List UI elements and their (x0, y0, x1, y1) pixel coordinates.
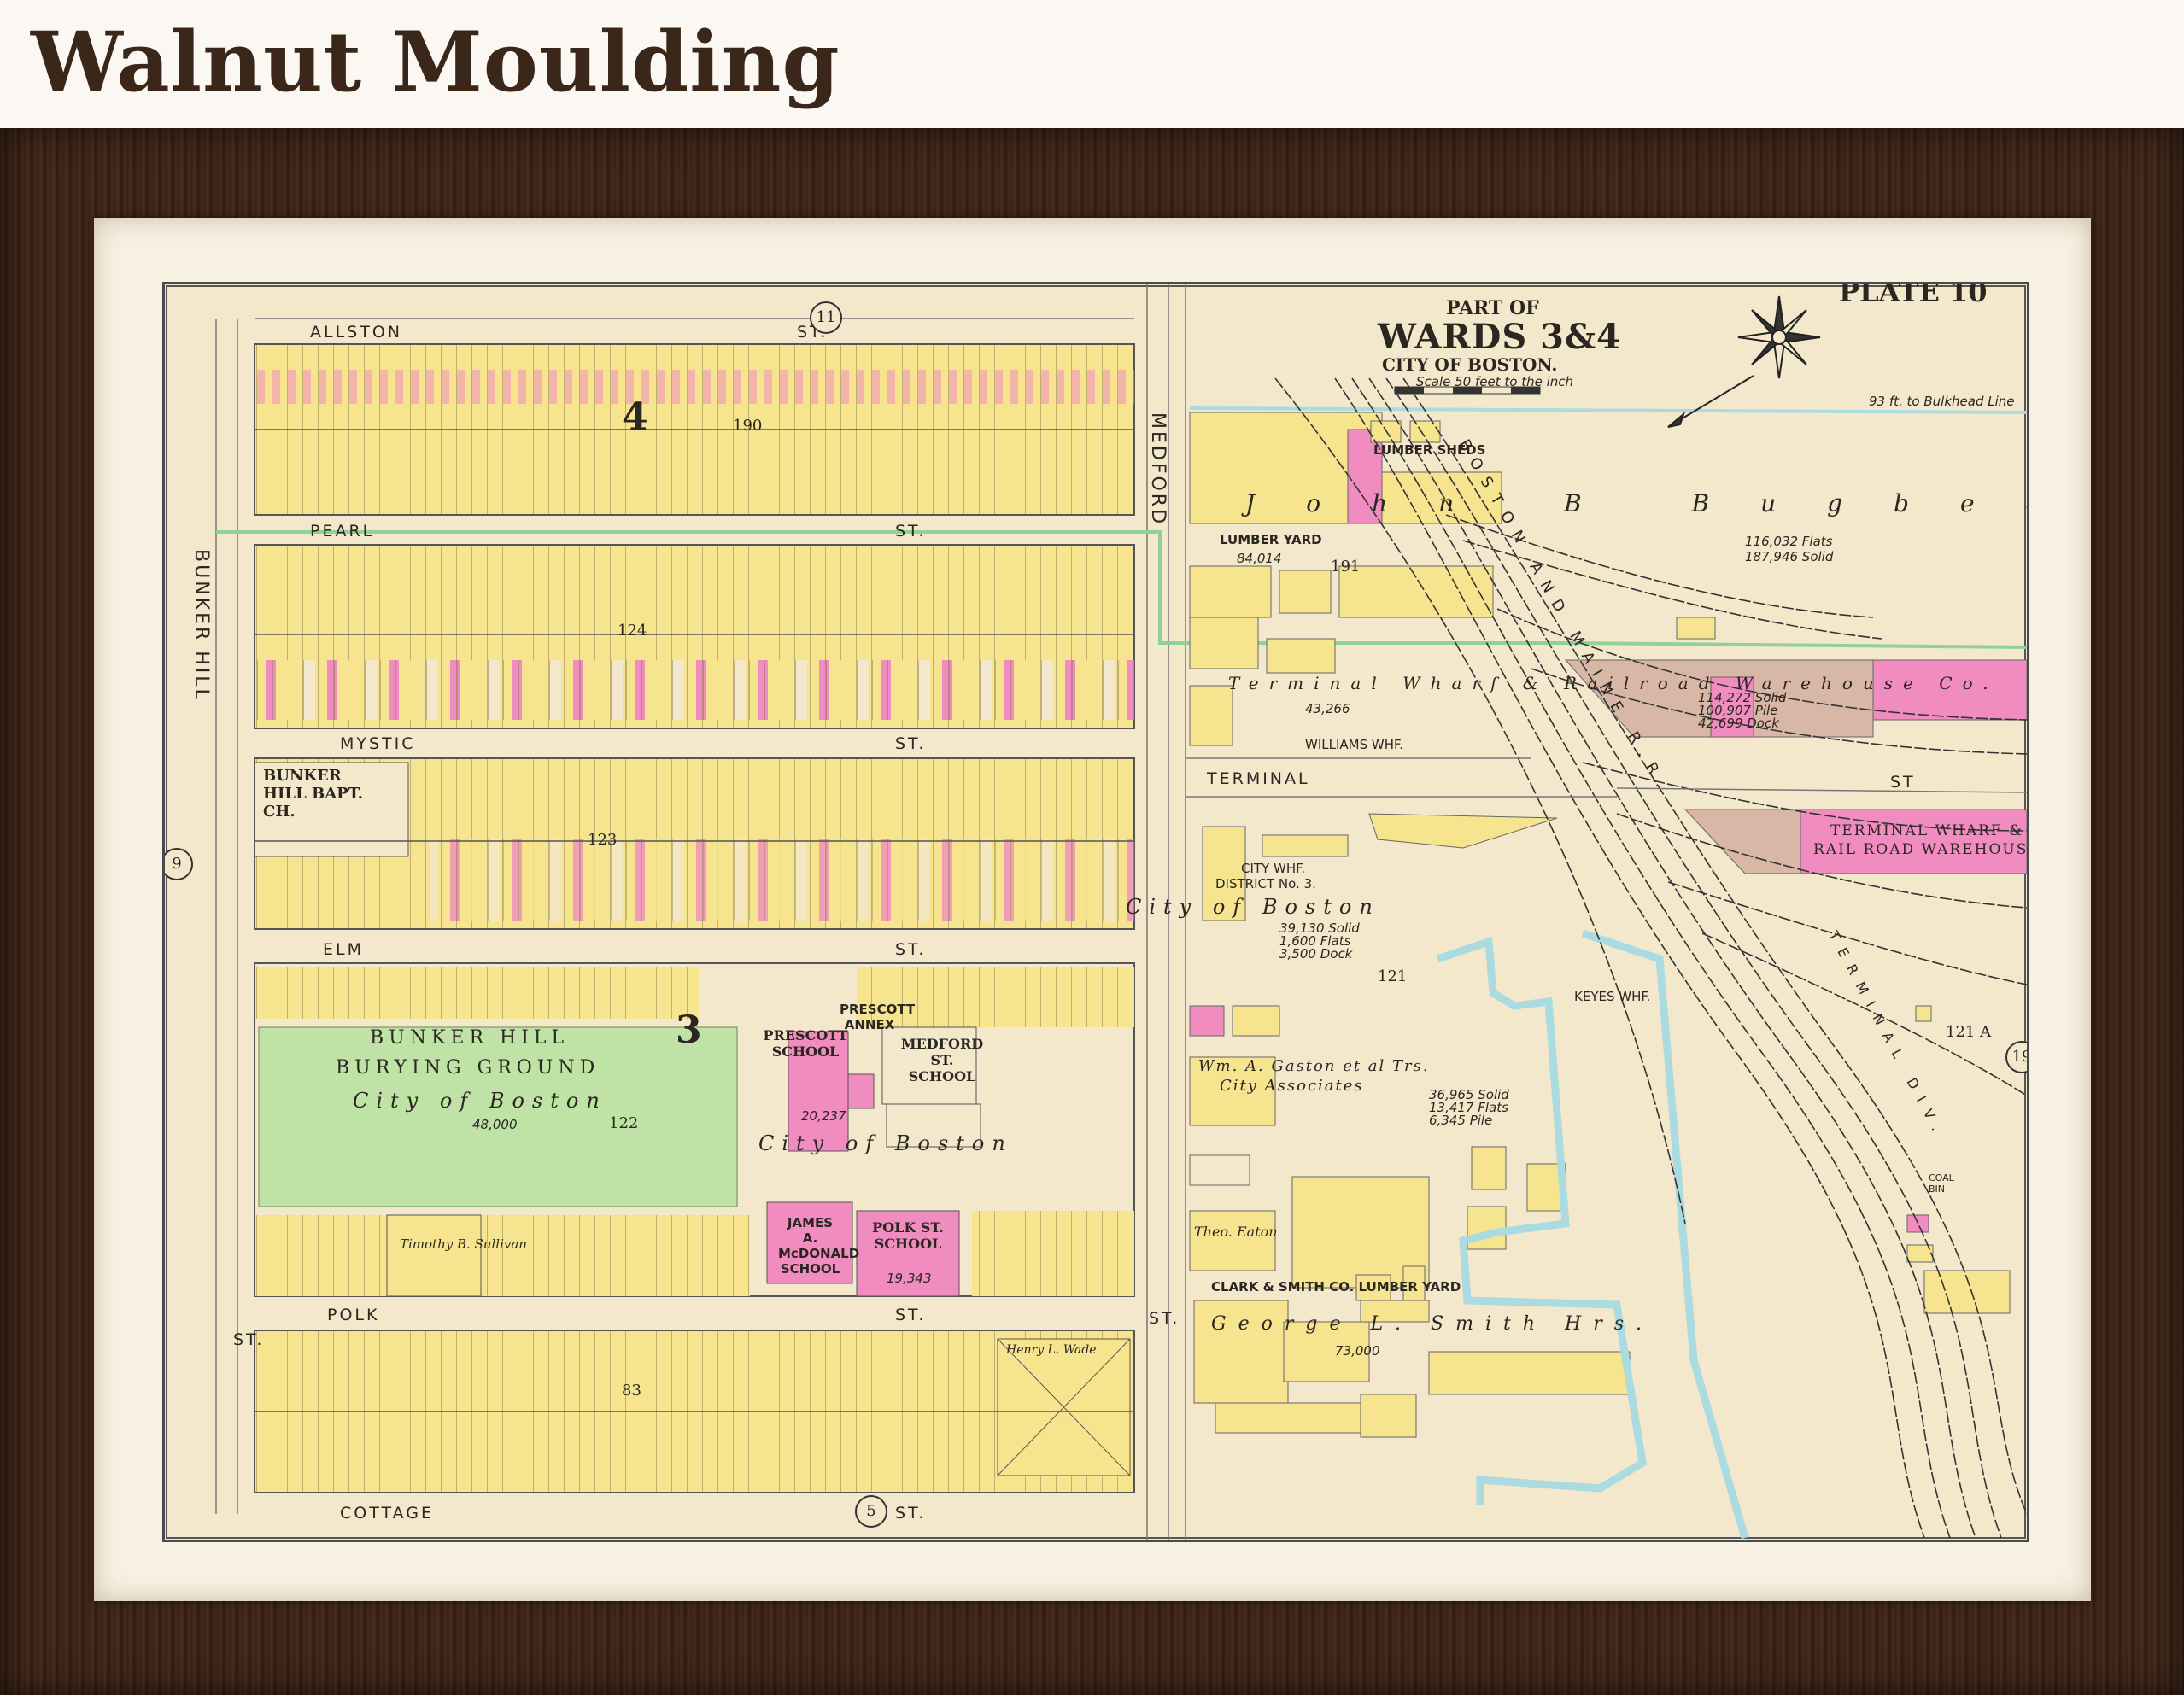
map-plate: PLATE 10 PART OF WARDS 3&4 CITY OF BOSTO… (162, 282, 2029, 1542)
prescott-school: PRESCOTT SCHOOL (763, 1027, 848, 1060)
city-whf-line1: CITY WHF. (1241, 861, 1306, 876)
terminal-wharf-line1: TERMINAL WHARF & (1830, 822, 2024, 839)
john-bugbee: John B Bugbee (1245, 489, 2029, 517)
city-whf-area3: 3,500 Dock (1279, 946, 1353, 961)
polk-st-school: POLK ST. SCHOOL (872, 1219, 944, 1252)
williams-whf: WILLIAMS WHF. (1305, 737, 1403, 752)
burying-ground-line1: BUNKER HILL (370, 1027, 570, 1049)
street-polk: POLK (327, 1306, 380, 1324)
city-whf-line2: DISTRICT No. 3. (1215, 876, 1316, 891)
bunker-hill-bapt: BUNKER HILL BAPT. CH. (263, 767, 364, 821)
lumber-area: 84,014 (1237, 551, 1282, 566)
burying-ground-owner: City of Boston (353, 1089, 607, 1113)
bugbee-solid: 187,946 Solid (1745, 549, 1834, 564)
street-bunker-hill: BUNKER HILL (190, 549, 212, 702)
henry-wade: Henry L. Wade (1006, 1343, 1097, 1357)
city-whf-owner: City of Boston (1126, 895, 1380, 919)
plate-scale: Scale 50 feet to the inch (1416, 374, 1574, 389)
gaston-line1: Wm. A. Gaston et al Trs. (1198, 1057, 1430, 1075)
keyes-whf: KEYES WHF. (1574, 989, 1651, 1004)
block-121a: 121 A (1946, 1023, 1992, 1041)
street-bunker-hill-st: ST. (233, 1330, 265, 1349)
street-cottage-st: ST. (895, 1504, 927, 1523)
plate-label: PLATE 10 (1839, 282, 1988, 308)
twrw-dock: 42,699 Dock (1698, 716, 1779, 731)
bulkhead-label: 93 ft. to Bulkhead Line (1869, 394, 2015, 409)
street-pearl-st: ST. (895, 522, 927, 541)
block-123: 123 (588, 831, 618, 849)
ward-3-number: 3 (676, 1008, 702, 1052)
adjacent-plate-11: 11 (810, 301, 842, 334)
street-mystic: MYSTIC (340, 734, 416, 753)
block-190: 190 (733, 417, 763, 435)
street-terminal-st: ST (1890, 773, 1916, 792)
plate-title-city: CITY OF BOSTON. (1382, 354, 1558, 375)
street-mystic-st: ST. (895, 734, 927, 753)
bugbee-flats: 116,032 Flats (1745, 534, 1833, 549)
block-121: 121 (1378, 967, 1408, 985)
page-title: Walnut Moulding (31, 14, 840, 110)
gaston-line2: City Associates (1220, 1077, 1364, 1095)
twrw-area: 43,266 (1305, 701, 1350, 716)
street-medford: MEDFORD (1147, 412, 1168, 527)
street-polk-st: ST. (895, 1306, 927, 1324)
school-owner: City of Boston (758, 1131, 1013, 1155)
block-122: 122 (609, 1114, 639, 1132)
compass-rose-icon (1667, 295, 1821, 428)
street-elm: ELM (323, 940, 364, 959)
theo-eaton: Theo. Eaton (1194, 1224, 1278, 1240)
george-smith: George L. Smith Hrs. (1211, 1313, 1654, 1335)
burying-ground-line2: BURYING GROUND (336, 1057, 600, 1078)
ward-4-number: 4 (622, 395, 648, 439)
street-medford-st: ST. (1149, 1309, 1180, 1328)
city-blocks (254, 343, 1135, 1493)
block-191: 191 (1331, 558, 1361, 576)
street-elm-st: ST. (895, 940, 927, 959)
street-allston: ALLSTON (310, 323, 403, 342)
street-terminal: TERMINAL (1207, 769, 1310, 788)
coal-bin: COAL BIN (1929, 1172, 1954, 1195)
timothy-sullivan: Timothy B. Sullivan (400, 1236, 527, 1252)
prescott-annex: PRESCOTT ANNEX (840, 1002, 916, 1032)
medford-st-school: MEDFORD ST. SCHOOL (900, 1036, 984, 1084)
adjacent-plate-5: 5 (855, 1495, 887, 1528)
terminal-wharf-co: Terminal Wharf & Railroad Warehouse Co. (1228, 673, 1999, 693)
burying-ground-area: 48,000 (472, 1117, 518, 1132)
smith-area: 73,000 (1335, 1343, 1380, 1359)
street-cottage: COTTAGE (340, 1504, 435, 1523)
school-area: 20,237 (801, 1108, 846, 1124)
lumber-yard: LUMBER YARD (1220, 532, 1322, 547)
mcdonald-school: JAMES A. McDONALD SCHOOL (778, 1215, 860, 1277)
street-pearl: PEARL (310, 522, 375, 541)
block-124: 124 (618, 622, 647, 640)
gaston-area3: 6,345 Pile (1429, 1113, 1493, 1128)
plate-title-wards: WARDS 3&4 (1378, 317, 1621, 357)
block-83: 83 (622, 1382, 641, 1400)
clark-smith: CLARK & SMITH CO. LUMBER YARD (1211, 1279, 1461, 1295)
terminal-wharf-line2: RAIL ROAD WAREHOUSE CO. (1813, 841, 2029, 858)
lumber-sheds: LUMBER SHEDS (1373, 442, 1486, 458)
polk-area: 19,343 (887, 1271, 932, 1286)
